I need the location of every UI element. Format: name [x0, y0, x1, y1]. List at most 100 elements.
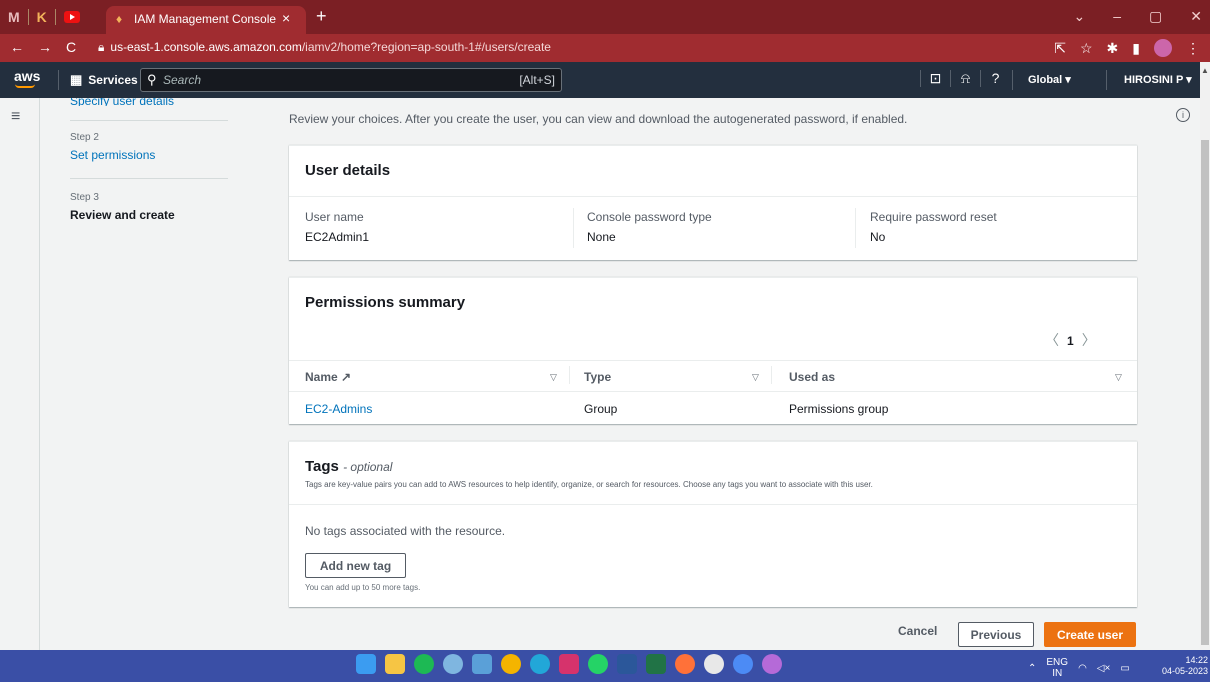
- tags-limit-note: You can add up to 50 more tags.: [305, 583, 421, 592]
- sort-type-icon[interactable]: ▽: [752, 372, 759, 383]
- sort-name-icon[interactable]: ▽: [550, 372, 557, 383]
- word-icon[interactable]: [617, 654, 637, 674]
- minimize-icon[interactable]: –: [1113, 8, 1121, 25]
- whatsapp-icon[interactable]: [588, 654, 608, 674]
- taskbar-clock[interactable]: 14:22 04-05-2023: [1162, 655, 1208, 677]
- search-input[interactable]: ⚲ Search [Alt+S]: [140, 68, 562, 92]
- step1-link[interactable]: Specify user details: [70, 98, 174, 106]
- cloudshell-icon[interactable]: ⊡: [920, 70, 950, 87]
- sidepanel-icon[interactable]: ▮: [1132, 40, 1140, 57]
- group-link-ec2-admins[interactable]: EC2-Admins: [305, 402, 372, 416]
- step2-link[interactable]: Set permissions: [70, 148, 155, 162]
- tags-title-label: Tags: [305, 458, 339, 475]
- permissions-summary-card: Permissions summary 〈 1 〉 Name ↗ ▽ Type ▽ …: [289, 277, 1137, 424]
- language-indicator[interactable]: ENG IN: [1046, 657, 1068, 679]
- aws-top-nav: aws ▦ Services ⚲ Search [Alt+S] ⊡ ⍾ ? Glo…: [0, 62, 1200, 98]
- lock-icon: 🔒︎: [98, 40, 105, 54]
- tags-title: Tags - optional: [305, 458, 392, 475]
- step2-number: Step 2: [70, 132, 99, 143]
- maximize-icon[interactable]: ▢: [1149, 8, 1162, 25]
- sort-used-as-icon[interactable]: ▽: [1115, 372, 1122, 383]
- gmail-icon[interactable]: M: [8, 8, 20, 26]
- prev-page-icon[interactable]: 〈: [1045, 332, 1059, 348]
- share-icon[interactable]: ⇱: [1054, 40, 1066, 57]
- forward-icon[interactable]: →: [38, 39, 52, 55]
- menu-hamburger-icon[interactable]: ≡: [11, 108, 20, 126]
- spotify-icon[interactable]: [414, 654, 434, 674]
- extensions-icon[interactable]: ✱: [1107, 40, 1119, 57]
- cancel-button[interactable]: Cancel: [898, 624, 937, 638]
- clock-date: 04-05-2023: [1162, 666, 1209, 676]
- col-header-used-as[interactable]: Used as: [789, 370, 835, 384]
- chrome-icon[interactable]: [501, 654, 521, 674]
- tab-separator: [54, 9, 56, 25]
- help-icon[interactable]: ?: [980, 70, 1010, 87]
- back-icon[interactable]: ←: [10, 39, 24, 55]
- url-field[interactable]: 🔒︎ us-east-1.console.aws.amazon.com/iamv2…: [98, 40, 551, 55]
- wifi-icon[interactable]: ◠: [1078, 663, 1087, 674]
- services-menu[interactable]: ▦ Services: [70, 72, 138, 88]
- column-divider: [573, 208, 574, 248]
- browser-menu-icon[interactable]: ⋮: [1186, 40, 1200, 57]
- user-details-title: User details: [305, 162, 391, 179]
- bookmark-star-icon[interactable]: ☆: [1080, 40, 1093, 57]
- tab-search-icon[interactable]: ⌄: [1074, 8, 1086, 25]
- card-divider: [289, 196, 1137, 197]
- photos-icon[interactable]: [472, 654, 492, 674]
- step3-current: Review and create: [70, 208, 175, 222]
- create-user-button[interactable]: Create user: [1044, 622, 1136, 647]
- next-page-icon[interactable]: 〉: [1082, 332, 1096, 348]
- nav-buttons: ← → C: [10, 39, 76, 55]
- pagination: 〈 1 〉: [1045, 330, 1096, 350]
- aws-logo[interactable]: aws: [14, 68, 40, 84]
- previous-button[interactable]: Previous: [958, 622, 1034, 647]
- services-label: Services: [88, 73, 138, 87]
- search-icon: ⚲: [147, 72, 157, 87]
- volume-icon[interactable]: ◁×: [1097, 663, 1111, 674]
- k-app-icon[interactable]: K: [37, 8, 47, 26]
- tags-card: Tags - optional Tags are key-value pairs…: [289, 441, 1137, 607]
- grid-icon: ▦: [70, 72, 83, 87]
- edge-icon[interactable]: [530, 654, 550, 674]
- youtube-icon[interactable]: [63, 11, 80, 23]
- scrollbar-thumb[interactable]: [1201, 140, 1209, 645]
- window-controls: ⌄ – ▢ ✕: [1074, 8, 1203, 25]
- col-header-name[interactable]: Name ↗: [305, 370, 351, 384]
- tray-chevron-icon[interactable]: ⌃: [1028, 663, 1036, 674]
- field-label-username: User name: [305, 210, 364, 224]
- excel-icon[interactable]: [646, 654, 666, 674]
- close-window-icon[interactable]: ✕: [1190, 8, 1202, 25]
- file-explorer-icon[interactable]: [385, 654, 405, 674]
- reload-icon[interactable]: C: [66, 39, 76, 55]
- region-selector[interactable]: Global ▾: [1028, 73, 1071, 86]
- windows-start-icon[interactable]: [356, 654, 376, 674]
- browser-tab-strip: M K ♦ IAM Management Console × + ⌄ – ▢ ✕: [0, 0, 1210, 34]
- col-header-name-label: Name: [305, 370, 338, 384]
- tab-separator: [27, 9, 29, 25]
- close-tab-icon[interactable]: ×: [282, 10, 290, 26]
- new-tab-icon[interactable]: +: [316, 6, 327, 27]
- current-page[interactable]: 1: [1067, 334, 1074, 348]
- settings-icon[interactable]: [443, 654, 463, 674]
- profile-avatar[interactable]: [1154, 39, 1172, 57]
- address-bar-actions: ⇱ ☆ ✱ ▮ ⋮: [1054, 39, 1200, 57]
- instagram-icon[interactable]: [559, 654, 579, 674]
- app-icon[interactable]: [704, 654, 724, 674]
- add-new-tag-button[interactable]: Add new tag: [305, 553, 406, 578]
- notifications-bell-icon[interactable]: ⍾: [950, 70, 980, 87]
- lang-code: ENG: [1046, 657, 1069, 668]
- tags-optional: - optional: [343, 460, 393, 474]
- chrome-profile-icon[interactable]: [733, 654, 753, 674]
- account-menu[interactable]: HIROSINI P ▾: [1124, 73, 1192, 86]
- chrome-canary-icon[interactable]: [762, 654, 782, 674]
- firefox-icon[interactable]: [675, 654, 695, 674]
- tab-title: IAM Management Console: [134, 12, 277, 26]
- scroll-up-icon[interactable]: ▲: [1201, 66, 1209, 75]
- nav-divider: [1012, 70, 1013, 90]
- battery-icon[interactable]: ▭: [1120, 663, 1129, 674]
- tab-iam-console[interactable]: ♦ IAM Management Console ×: [106, 6, 306, 34]
- col-header-type[interactable]: Type: [584, 370, 611, 384]
- side-nav-collapsed: [0, 98, 40, 650]
- info-icon[interactable]: i: [1176, 108, 1190, 122]
- clock-time: 14:22: [1185, 655, 1209, 665]
